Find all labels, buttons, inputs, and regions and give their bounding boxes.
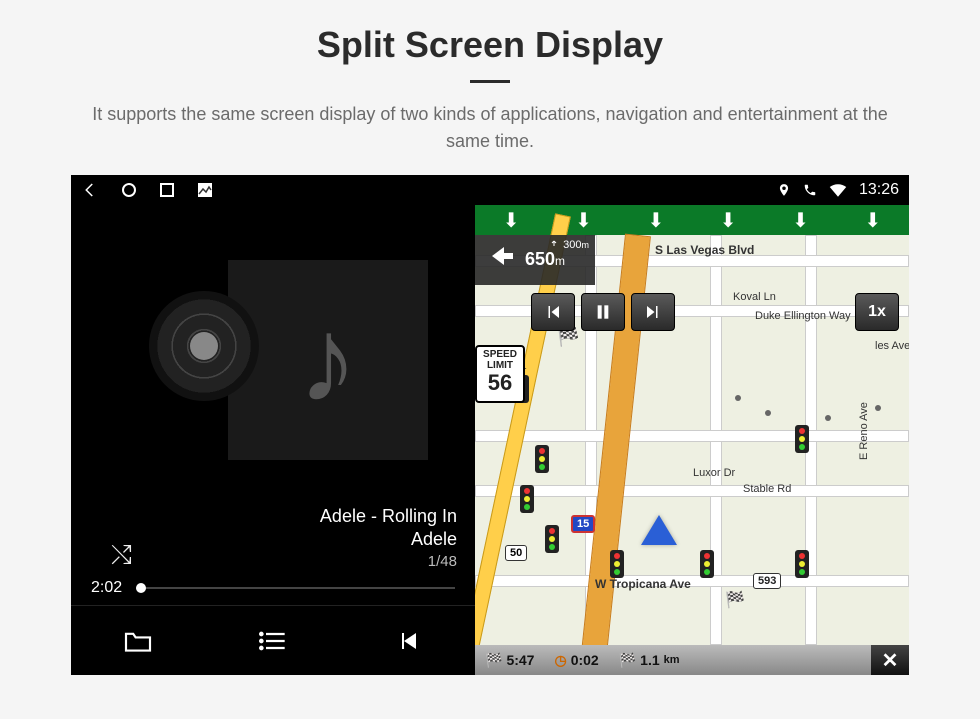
lane-assist-bar: ⬇ ⬇ ⬇ ⬇ ⬇ ⬇	[475, 205, 909, 235]
traffic-light-icon	[795, 425, 809, 453]
map-pause-button[interactable]	[581, 293, 625, 331]
clock-icon: ◷	[554, 652, 566, 669]
road-label: Stable Rd	[743, 483, 791, 495]
close-nav-button[interactable]: ✕	[871, 645, 909, 675]
road-label: W Tropicana Ave	[595, 577, 691, 591]
traffic-light-icon	[520, 485, 534, 513]
gps-position-icon	[641, 515, 677, 545]
exit-sign: 593	[753, 573, 781, 589]
road-label: Koval Ln	[733, 291, 776, 303]
remaining-time: 0:02	[571, 652, 599, 668]
traffic-light-icon	[545, 525, 559, 553]
phone-icon	[803, 183, 817, 197]
route-shield: 50	[505, 545, 527, 561]
status-time: 13:26	[859, 181, 899, 199]
turn-distance: 650	[525, 249, 555, 269]
track-index: 1/48	[320, 552, 457, 572]
eta-value: 5:47	[506, 652, 534, 668]
turn-unit: m	[555, 254, 565, 268]
next-turn-unit: m	[582, 240, 590, 250]
waypoint-flag-icon: 🏁	[725, 590, 745, 610]
next-turn-distance: 300	[563, 239, 581, 251]
album-art-placeholder: ♪	[228, 260, 428, 460]
album-art-area: ♪	[71, 205, 475, 515]
lane-arrow-icon: ⬇	[575, 208, 592, 233]
lane-arrow-icon: ⬇	[720, 208, 737, 233]
playlist-button[interactable]	[206, 606, 341, 675]
turn-instruction: 650m 300m	[475, 235, 595, 285]
road-label: Luxor Dr	[693, 467, 735, 479]
shuffle-icon[interactable]: ⤭	[111, 539, 132, 571]
speed-limit-value: 56	[477, 371, 523, 395]
image-app-icon[interactable]	[197, 182, 213, 198]
elapsed-time: 2:02	[91, 579, 122, 597]
vinyl-record-icon	[149, 291, 259, 401]
road-label: Duke Ellington Way	[755, 310, 851, 322]
map-next-button[interactable]	[631, 293, 675, 331]
back-icon[interactable]	[81, 181, 99, 199]
music-player-pane: ♪ ⤭ Adele - Rolling In Adele 1/48 2:02	[71, 175, 475, 675]
lane-arrow-icon: ⬇	[503, 208, 520, 233]
status-bar: 13:26	[71, 175, 909, 205]
lane-arrow-icon: ⬇	[864, 208, 881, 233]
page-subtitle: It supports the same screen display of t…	[70, 101, 910, 155]
traffic-light-icon	[610, 550, 624, 578]
road-label: S Las Vegas Blvd	[655, 243, 754, 257]
page-title: Split Screen Display	[0, 24, 980, 66]
remaining-distance: 1.1	[640, 652, 659, 668]
seek-bar[interactable]	[136, 587, 455, 589]
distance-flag-icon: 🏁	[619, 652, 636, 669]
traffic-light-icon	[700, 550, 714, 578]
lane-arrow-icon: ⬇	[647, 208, 664, 233]
playback-speed-button[interactable]: 1x	[855, 293, 899, 331]
eta-flag-icon: 🏁	[485, 652, 502, 669]
folder-button[interactable]	[71, 606, 206, 675]
recent-apps-icon[interactable]	[159, 182, 175, 198]
road-label: les Ave	[875, 340, 909, 352]
navigation-pane: ⬇ ⬇ ⬇ ⬇ ⬇ ⬇ S Las Vegas Blvd Koval Ln Du…	[475, 175, 909, 675]
track-artist: Adele	[320, 528, 457, 551]
lane-arrow-icon: ⬇	[792, 208, 809, 233]
map-prev-button[interactable]	[531, 293, 575, 331]
wifi-icon	[829, 183, 847, 197]
remaining-distance-unit: km	[664, 654, 680, 666]
location-icon	[777, 183, 791, 197]
highway-shield: 15	[571, 515, 595, 533]
traffic-light-icon	[535, 445, 549, 473]
nav-bottom-bar: 🏁 5:47 ◷ 0:02 🏁 1.1 km ✕	[475, 645, 909, 675]
device-screenshot: 13:26 ♪ ⤭ Adele - Rolling In Adele 1/48 …	[71, 175, 909, 675]
previous-track-button[interactable]	[340, 606, 475, 675]
traffic-light-icon	[795, 550, 809, 578]
title-underline	[470, 80, 510, 83]
road-label: E Reno Ave	[858, 402, 870, 460]
speed-limit-sign: SPEED LIMIT 56	[475, 345, 525, 403]
home-icon[interactable]	[121, 182, 137, 198]
